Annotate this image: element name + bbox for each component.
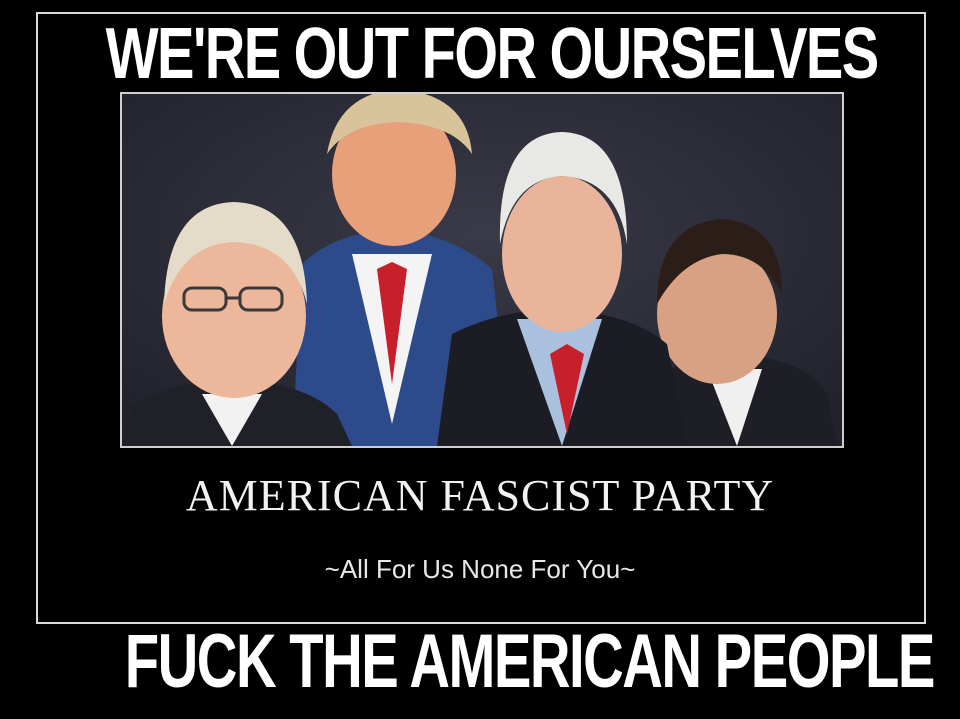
- top-caption: WE'RE OUT FOR OURSELVES: [105, 14, 880, 94]
- party-title: AMERICAN FASCIST PARTY: [185, 471, 775, 520]
- bottom-caption: FUCK THE AMERICAN PEOPLE: [124, 619, 936, 704]
- group-photo: [120, 92, 844, 448]
- party-subtitle: ~All For Us None For You~: [324, 554, 636, 584]
- group-photo-illustration: [122, 94, 842, 446]
